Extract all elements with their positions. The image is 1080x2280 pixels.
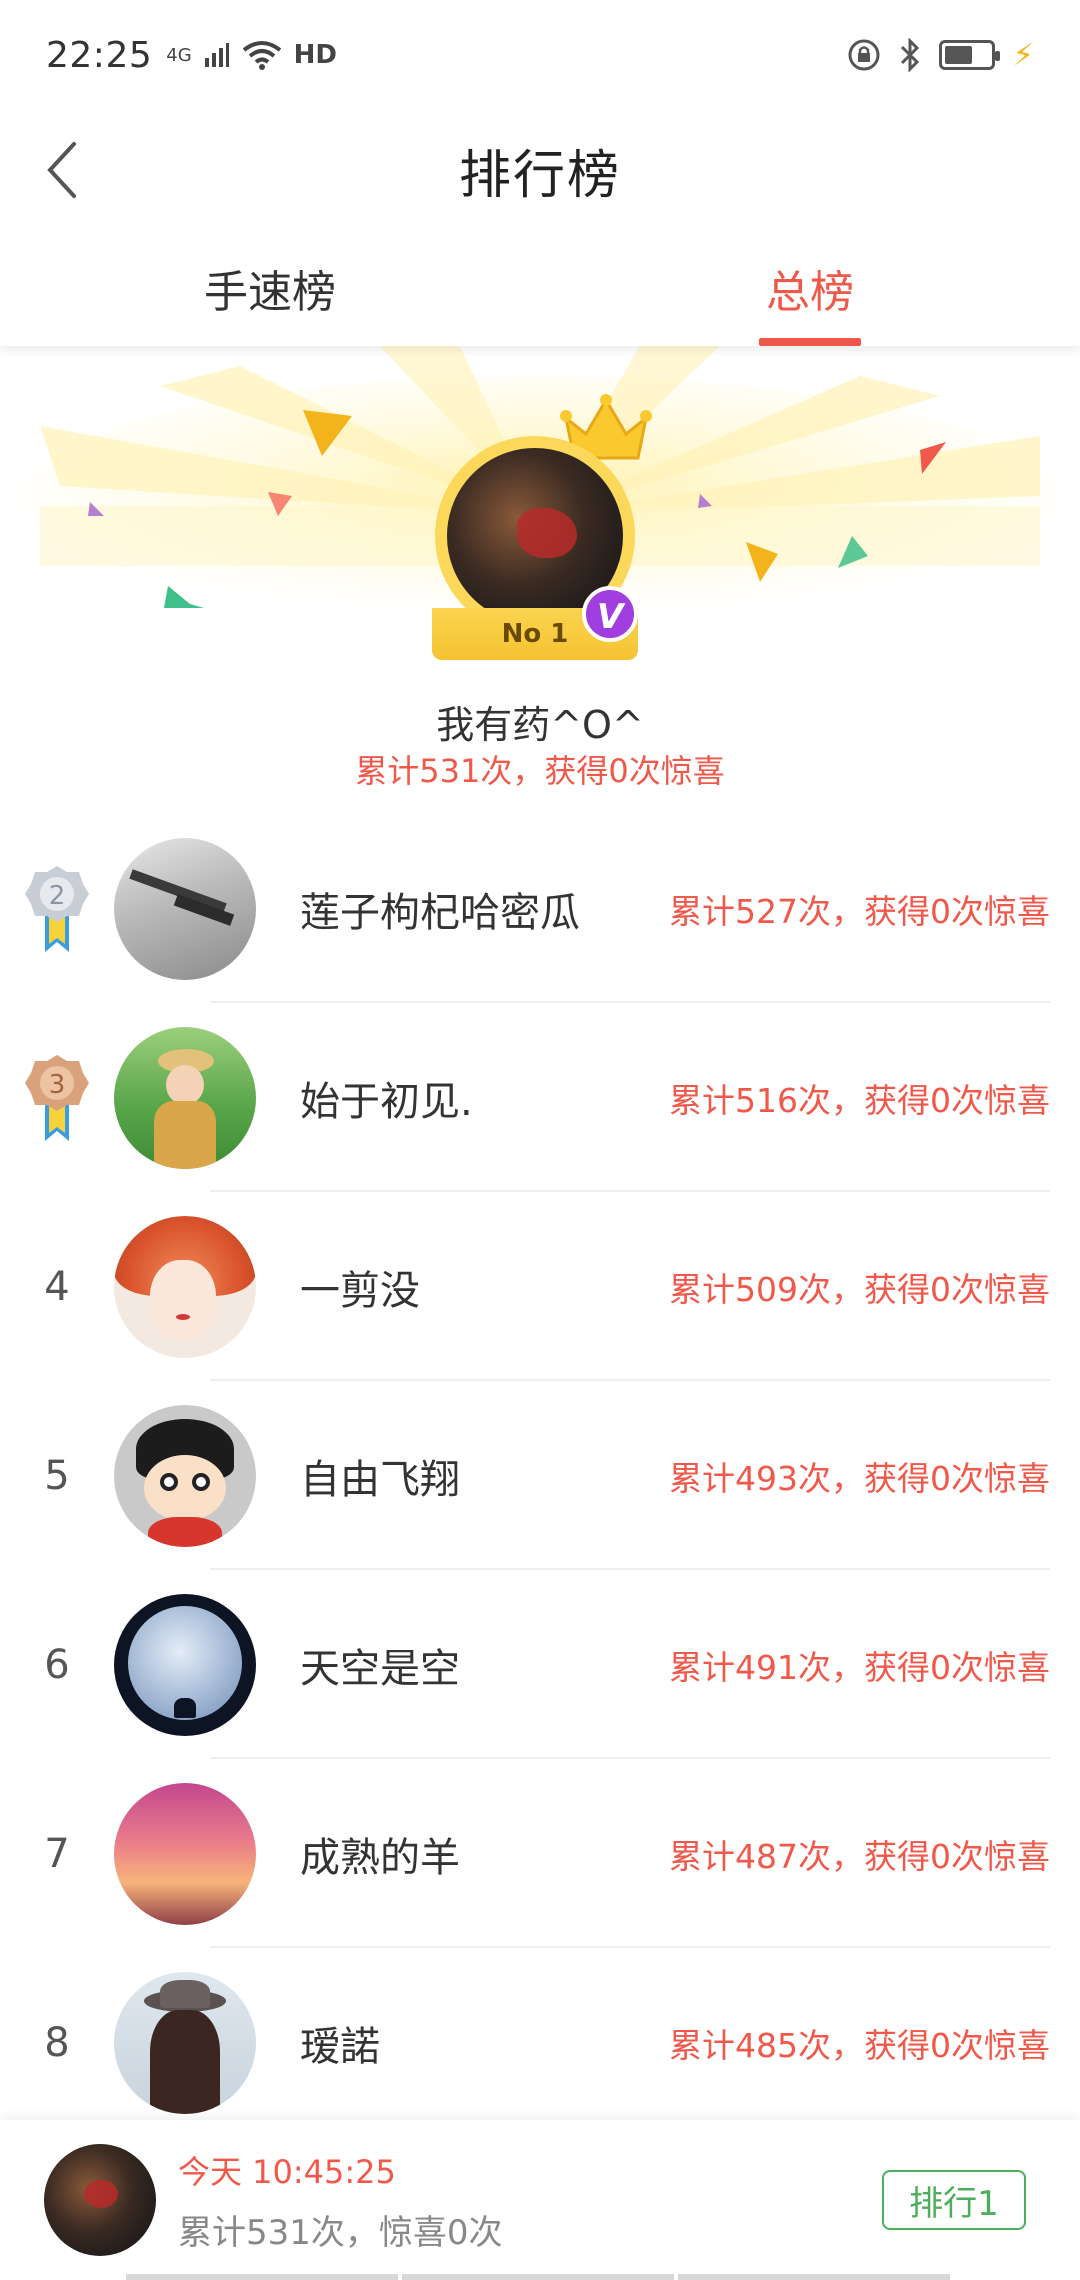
rank-number: 8 [44,2019,70,2066]
my-avatar[interactable] [44,2144,156,2256]
champion-name: 我有药^O^ [436,703,644,747]
bluetooth-icon [900,38,920,72]
list-item[interactable]: 4 一剪没 累计509次，获得0次惊喜 [0,1192,1080,1381]
charging-icon: ⚡ [1012,37,1034,73]
list-item[interactable]: 7 成熟的羊 累计487次，获得0次惊喜 [0,1759,1080,1948]
ranking-list: 2 莲子枸杞哈密瓜 累计527次，获得0次惊喜 3 始于初见. 累计516次，获… [0,814,1080,2137]
avatar[interactable] [114,1971,256,2114]
back-button[interactable] [26,130,96,210]
my-time: 今天 10:45:25 [178,2152,396,2191]
rank-cell: 2 [0,864,114,954]
user-stat: 累计527次，获得0次惊喜 [669,891,1050,931]
verified-icon: V [582,586,638,642]
medal-number: 3 [49,1070,66,1100]
rank-number: 7 [44,1830,70,1877]
rank-number: 4 [44,1263,70,1310]
user-stat: 累计493次，获得0次惊喜 [669,1458,1050,1498]
home-indicator [126,2274,950,2280]
user-stat: 累计509次，获得0次惊喜 [669,1269,1050,1309]
my-rank-button[interactable]: 排行1 [882,2170,1026,2230]
hd-icon: HD [293,40,337,70]
app-header: 排行榜 [0,110,1080,230]
list-item[interactable]: 3 始于初见. 累计516次，获得0次惊喜 [0,1003,1080,1192]
user-name: 成熟的羊 [300,1834,460,1881]
my-stat: 累计531次，惊喜0次 [178,2212,503,2253]
tab-overall[interactable]: 总榜 [540,230,1080,346]
user-name: 瑷諾 [300,2023,380,2070]
list-item[interactable]: 6 天空是空 累计491次，获得0次惊喜 [0,1570,1080,1759]
user-name: 始于初见. [300,1078,473,1125]
champion-stat: 累计531次，获得0次惊喜 [355,752,725,786]
rank-cell: 3 [0,1053,114,1143]
user-stat: 累计491次，获得0次惊喜 [669,1647,1050,1687]
user-stat: 累计487次，获得0次惊喜 [669,1836,1050,1876]
champion-section: No 1 V 我有药^O^ 累计531次，获得0次惊喜 [0,346,1080,786]
avatar[interactable] [114,837,256,980]
user-stat: 累计485次，获得0次惊喜 [669,2025,1050,2065]
user-name: 莲子枸杞哈密瓜 [300,889,580,936]
tab-label: 手速榜 [204,267,336,318]
user-name: 天空是空 [300,1645,460,1692]
tab-speed[interactable]: 手速榜 [0,230,540,346]
avatar[interactable] [114,1404,256,1547]
user-stat: 累计516次，获得0次惊喜 [669,1080,1050,1120]
rank-number: 6 [44,1641,70,1688]
my-info: 今天 10:45:25 累计531次，惊喜0次 [178,2147,882,2254]
tab-label: 总榜 [766,267,854,318]
list-item[interactable]: 5 自由飞翔 累计493次，获得0次惊喜 [0,1381,1080,1570]
avatar[interactable] [114,1782,256,1925]
my-rank-bar: 今天 10:45:25 累计531次，惊喜0次 排行1 [0,2120,1080,2280]
wifi-icon [242,41,281,70]
bronze-medal-icon: 3 [25,1054,89,1141]
list-item[interactable]: 8 瑷諾 累计485次，获得0次惊喜 [0,1948,1080,2137]
battery-icon [938,40,1000,70]
lock-rotation-icon [848,39,880,71]
tab-bar: 手速榜 总榜 [0,230,1080,346]
list-item[interactable]: 2 莲子枸杞哈密瓜 累计527次，获得0次惊喜 [0,814,1080,1003]
user-name: 自由飞翔 [300,1456,460,1503]
avatar[interactable] [114,1593,256,1736]
status-time: 22:25 [46,34,153,76]
chevron-left-icon [47,142,76,198]
signal-icon [204,43,229,67]
rank-number: 5 [44,1452,70,1499]
tab-active-indicator [759,338,861,346]
status-bar: 22:25 4G HD ⚡ [0,0,1080,110]
user-name: 一剪没 [300,1267,420,1314]
avatar[interactable] [114,1215,256,1358]
silver-medal-icon: 2 [25,865,89,952]
network-label: 4G [166,44,192,66]
avatar[interactable] [114,1026,256,1169]
page-title: 排行榜 [458,145,621,206]
medal-number: 2 [49,881,66,911]
